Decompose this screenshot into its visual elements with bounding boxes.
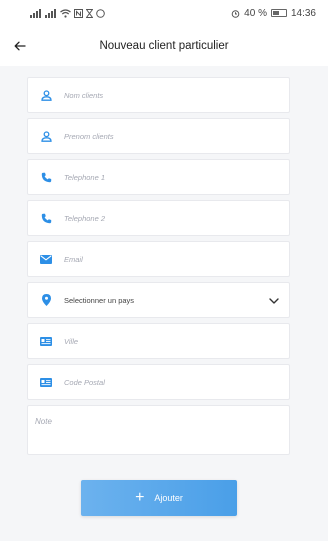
person-icon <box>28 89 64 101</box>
mail-icon <box>28 254 64 264</box>
phone-1-field <box>27 159 290 195</box>
signal-icon <box>30 8 41 18</box>
whatsapp-icon <box>96 8 105 18</box>
status-bar: 40 % 14:36 <box>0 0 328 26</box>
city-input[interactable] <box>64 336 264 346</box>
hourglass-icon <box>86 8 93 18</box>
nfc-icon <box>74 8 83 18</box>
chevron-down-icon[interactable] <box>269 291 279 309</box>
back-arrow-icon[interactable] <box>12 38 28 54</box>
add-button-label: Ajouter <box>154 493 183 503</box>
phone-2-input[interactable] <box>64 213 264 223</box>
wifi-icon <box>60 8 71 18</box>
client-form: Selectionner un pays <box>27 77 290 460</box>
id-card-icon <box>28 336 64 346</box>
country-select-label: Selectionner un pays <box>64 295 135 305</box>
phone-icon <box>28 172 64 183</box>
alarm-icon <box>231 9 240 18</box>
location-pin-icon <box>28 294 64 306</box>
postal-code-field <box>27 364 290 400</box>
id-card-icon <box>28 377 64 387</box>
email-input[interactable] <box>64 254 264 264</box>
person-icon <box>28 130 64 142</box>
status-time: 14:36 <box>290 7 316 19</box>
plus-icon: + <box>135 489 145 506</box>
phone-icon <box>28 213 64 224</box>
last-name-field <box>27 77 290 113</box>
last-name-input[interactable] <box>64 90 264 100</box>
first-name-input[interactable] <box>64 131 264 141</box>
postal-code-input[interactable] <box>64 377 264 387</box>
email-field <box>27 241 290 277</box>
add-button[interactable]: + Ajouter <box>81 480 237 516</box>
city-field <box>27 323 290 359</box>
battery-percent: 40 % <box>244 7 267 19</box>
app-header: Nouveau client particulier <box>0 26 328 66</box>
note-textarea[interactable] <box>28 406 289 454</box>
phone-2-field <box>27 200 290 236</box>
phone-1-input[interactable] <box>64 172 264 182</box>
signal-icon-2 <box>45 8 56 18</box>
page-title: Nouveau client particulier <box>99 40 229 52</box>
note-field <box>27 405 290 455</box>
status-icons-left <box>30 8 105 18</box>
status-icons-right: 40 % 14:36 <box>231 8 316 19</box>
battery-icon <box>270 9 287 17</box>
country-select[interactable]: Selectionner un pays <box>27 282 290 318</box>
first-name-field <box>27 118 290 154</box>
